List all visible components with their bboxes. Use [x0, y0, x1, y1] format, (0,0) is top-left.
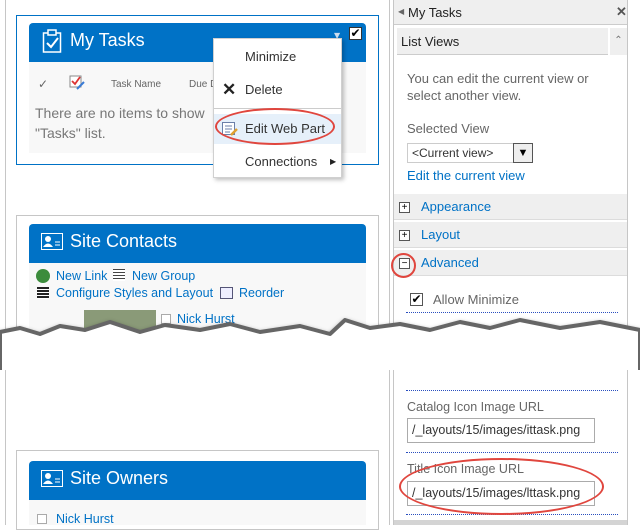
menu-item-label: Delete: [245, 82, 283, 97]
tool-pane: ◀ My Tasks ✕ List Views ⌃ You can edit t…: [391, 0, 628, 525]
list-views-header[interactable]: List Views: [397, 28, 608, 55]
reorder-link[interactable]: Reorder: [239, 286, 284, 300]
catalog-icon-label: Catalog Icon Image URL: [407, 400, 544, 414]
section-label: Advanced: [421, 255, 479, 270]
webpart-select-checkbox[interactable]: ✔: [349, 27, 362, 40]
tool-pane-border: [393, 370, 394, 525]
expand-plus-icon[interactable]: +: [399, 230, 410, 241]
webpart-title: Site Contacts: [70, 231, 178, 251]
section-appearance[interactable]: + Appearance: [394, 194, 627, 220]
section-label: Appearance: [421, 199, 492, 214]
select-all-check-icon[interactable]: ✓: [38, 77, 48, 91]
torn-edge-divider: [0, 318, 640, 375]
webpart-title: Site Owners: [70, 468, 169, 488]
menu-item-label: Connections: [245, 154, 318, 169]
tool-pane-border: [627, 370, 628, 525]
menu-item-connections[interactable]: Connections ▶: [214, 147, 341, 177]
menu-item-minimize[interactable]: Minimize: [214, 42, 341, 72]
allow-minimize-checkbox[interactable]: ✔: [410, 293, 423, 306]
page-border-right: [389, 370, 390, 525]
allow-minimize-label: Allow Minimize: [433, 292, 519, 307]
configure-styles-link[interactable]: Configure Styles and Layout: [56, 286, 213, 300]
expand-plus-icon[interactable]: +: [399, 202, 410, 213]
empty-message-line2: "Tasks" list.: [35, 125, 106, 141]
highlight-circle-advanced: [391, 253, 416, 278]
column-task-name[interactable]: Task Name: [111, 79, 161, 90]
divider: [406, 390, 618, 391]
tool-pane-footer: [394, 520, 627, 525]
page-border-left: [5, 370, 6, 525]
configure-styles-icon: [37, 287, 49, 299]
section-label: Layout: [421, 227, 461, 242]
new-link[interactable]: New Link: [56, 269, 107, 283]
menu-item-delete[interactable]: ✕ Delete: [214, 75, 341, 105]
close-icon[interactable]: ✕: [616, 4, 627, 20]
selected-view-value: <Current view>: [412, 146, 494, 160]
selected-view-label: Selected View: [407, 121, 490, 136]
contact-card-icon: [41, 470, 63, 487]
selected-view-select[interactable]: <Current view> ▼: [407, 143, 533, 163]
owners-webpart-header: Site Owners: [29, 461, 366, 500]
submenu-arrow-icon: ▶: [330, 157, 337, 166]
section-layout[interactable]: + Layout: [394, 222, 627, 248]
new-group-icon: [113, 269, 125, 281]
collapse-up-icon[interactable]: ⌃: [610, 28, 627, 55]
reorder-icon: [220, 287, 233, 299]
collapse-left-icon[interactable]: ◀: [398, 7, 404, 16]
list-views-description: You can edit the current view or select …: [407, 71, 589, 103]
chevron-down-icon[interactable]: ▼: [513, 143, 533, 163]
new-link-globe-icon: [36, 269, 50, 283]
divider: [406, 452, 618, 453]
new-group-link[interactable]: New Group: [132, 269, 195, 283]
webpart-title: My Tasks: [70, 30, 145, 50]
owners-webpart-body: Nick Hurst: [29, 500, 366, 526]
owner-name-link[interactable]: Nick Hurst: [56, 512, 114, 526]
tool-pane-title: My Tasks: [408, 5, 462, 20]
menu-item-label: Minimize: [245, 49, 297, 64]
empty-message: There are no items to show: [35, 105, 205, 121]
clipboard-check-icon: [42, 29, 62, 53]
highlight-circle-title-icon: [399, 458, 604, 515]
tool-pane-title-bar: ◀ My Tasks ✕: [394, 0, 627, 25]
list-views-title: List Views: [401, 34, 460, 49]
catalog-icon-url-input[interactable]: /_layouts/15/images/ittask.png: [407, 418, 595, 443]
highlight-circle-edit-web-part: [215, 108, 335, 145]
task-edit-icon: [69, 75, 85, 90]
contact-card-icon: [41, 233, 63, 250]
delete-x-icon: ✕: [222, 80, 237, 99]
section-advanced[interactable]: − Advanced: [394, 250, 627, 276]
edit-current-view-link[interactable]: Edit the current view: [407, 168, 525, 183]
contacts-webpart-header: Site Contacts: [29, 224, 366, 263]
owner-checkbox[interactable]: [37, 514, 47, 524]
